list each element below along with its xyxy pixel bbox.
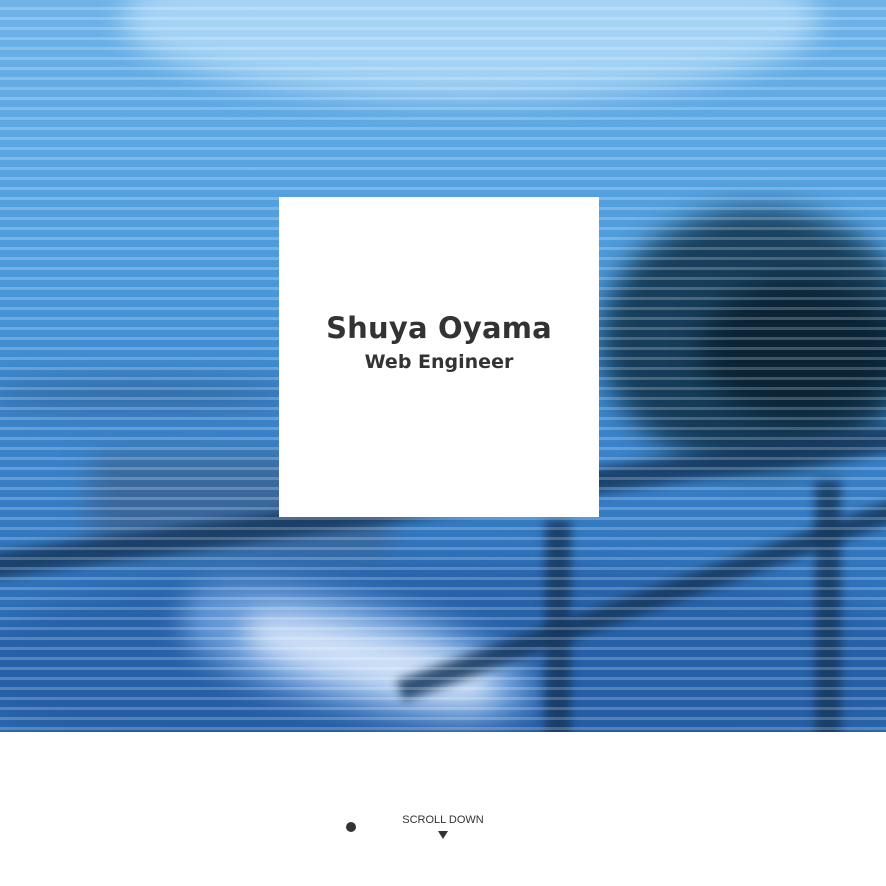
- triangle-down-icon: [438, 831, 448, 839]
- scroll-down-label: SCROLL DOWN: [402, 814, 484, 826]
- page: Shuya Oyama Web Engineer SCROLL DOWN: [0, 0, 886, 886]
- profile-role: Web Engineer: [364, 351, 514, 374]
- profile-card: Shuya Oyama Web Engineer: [279, 197, 599, 517]
- scroll-down-area: SCROLL DOWN: [0, 810, 886, 839]
- profile-name: Shuya Oyama: [326, 310, 552, 345]
- scroll-down-button[interactable]: SCROLL DOWN: [402, 814, 484, 839]
